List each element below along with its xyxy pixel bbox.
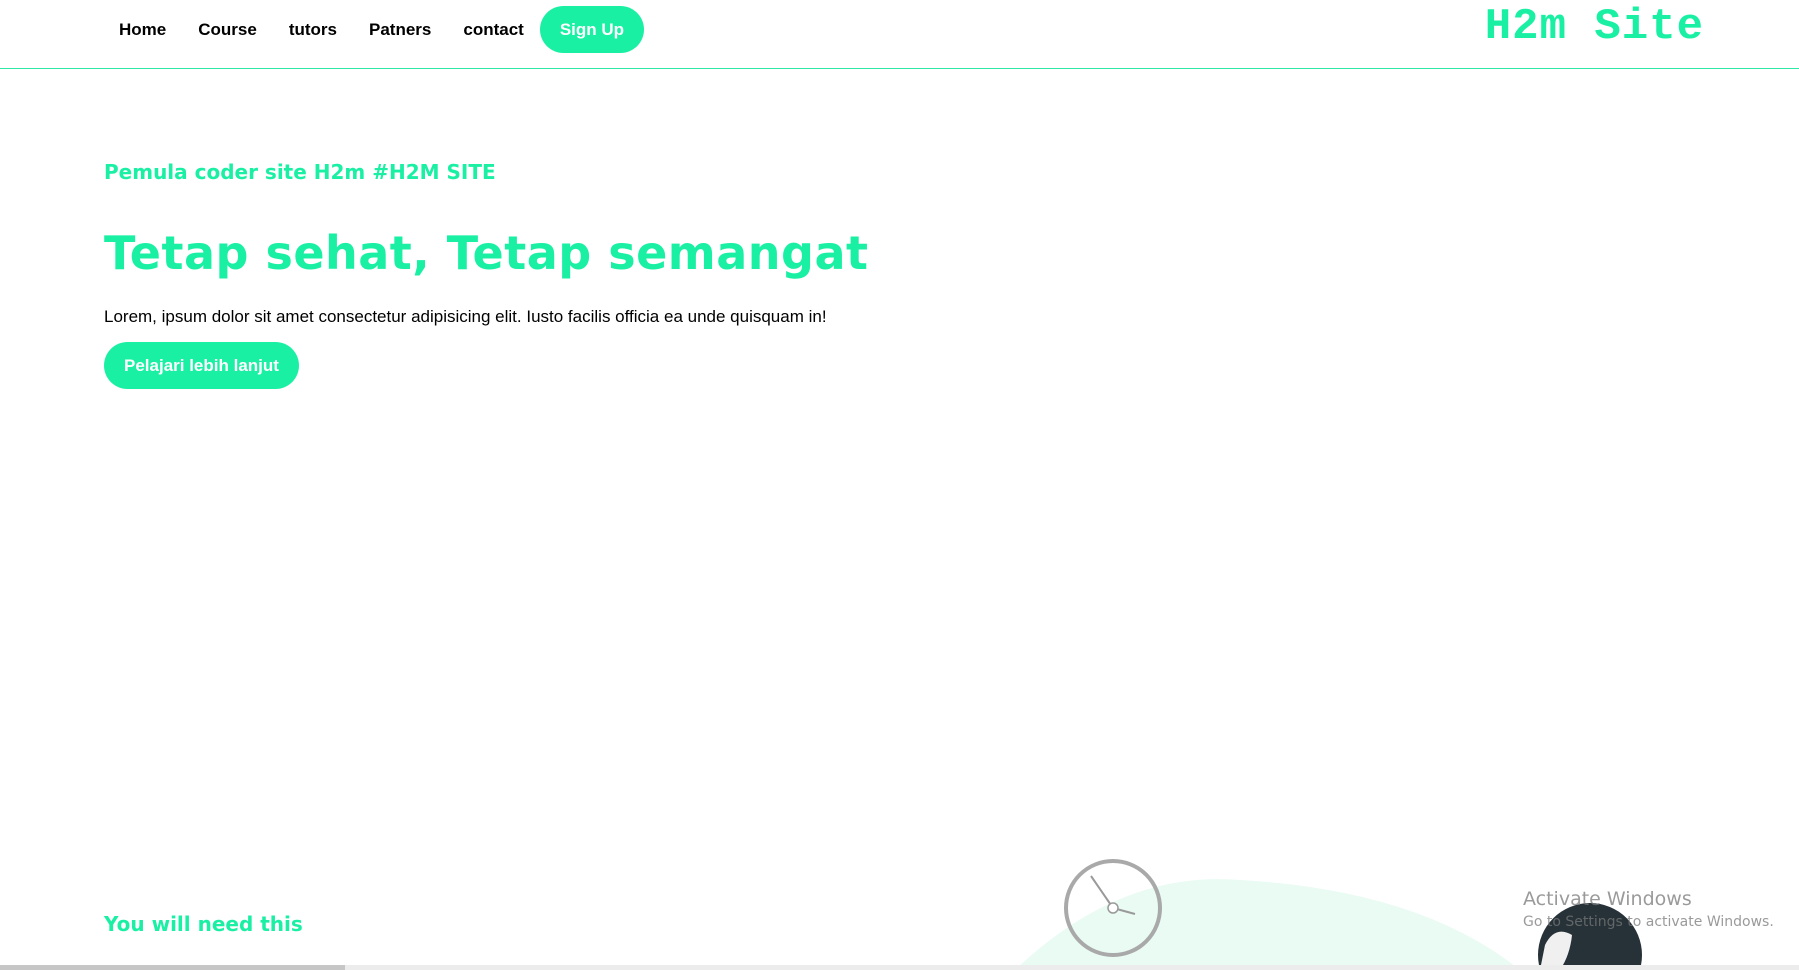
page: Home Course tutors Patners contact Sign …	[0, 0, 1799, 970]
learn-more-button[interactable]: Pelajari lebih lanjut	[104, 342, 299, 389]
section-title: You will need this	[104, 912, 303, 936]
site-logo-text[interactable]: H2m Site	[1485, 2, 1704, 52]
horizontal-scrollbar-thumb[interactable]	[0, 965, 345, 970]
hero-subtitle: Pemula coder site H2m #H2M SITE	[104, 160, 496, 184]
watermark-subtitle: Go to Settings to activate Windows.	[1523, 914, 1774, 930]
nav-link-tutors[interactable]: tutors	[289, 20, 337, 40]
green-wave-shape	[1015, 879, 1520, 970]
section-illustration	[1015, 859, 1642, 970]
site-header: Home Course tutors Patners contact Sign …	[0, 0, 1799, 69]
clock-icon	[1064, 859, 1162, 957]
hero-title: Tetap sehat, Tetap semangat	[104, 226, 869, 280]
nav-link-contact[interactable]: contact	[463, 20, 523, 40]
windows-activation-watermark: Activate Windows Go to Settings to activ…	[1523, 888, 1774, 930]
hero-description: Lorem, ipsum dolor sit amet consectetur …	[104, 307, 827, 326]
nav-link-patners[interactable]: Patners	[369, 20, 431, 40]
nav-link-course[interactable]: Course	[198, 20, 257, 40]
signup-button[interactable]: Sign Up	[539, 6, 645, 53]
main-nav: Home Course tutors Patners contact Sign …	[104, 6, 645, 53]
watermark-title: Activate Windows	[1523, 888, 1692, 910]
nav-link-home[interactable]: Home	[119, 20, 166, 40]
